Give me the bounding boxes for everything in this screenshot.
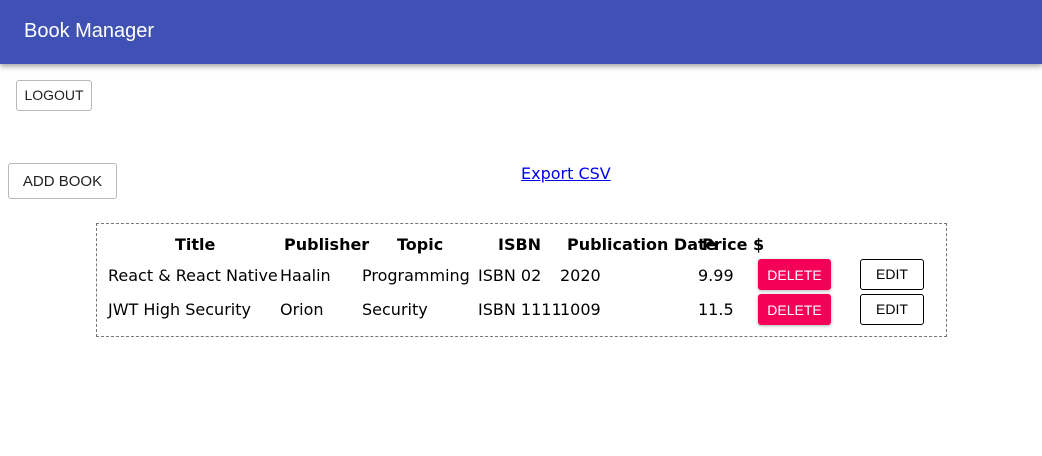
cell-publisher: Orion xyxy=(280,300,324,319)
column-header-price: Price $ xyxy=(702,235,765,254)
column-header-isbn: ISBN xyxy=(498,235,542,254)
column-header-publisher: Publisher xyxy=(284,235,370,254)
export-csv-link[interactable]: Export CSV xyxy=(521,163,611,185)
app-title: Book Manager xyxy=(24,20,155,42)
edit-button[interactable]: EDIT xyxy=(860,259,924,290)
cell-price: 11.5 xyxy=(698,300,734,319)
column-header-topic: Topic xyxy=(397,235,444,254)
cell-publisher: Haalin xyxy=(280,266,331,285)
cell-publication-date: 2020 xyxy=(560,266,601,285)
cell-topic: Security xyxy=(362,300,428,319)
cell-title: React & React Native xyxy=(108,266,278,285)
edit-button[interactable]: EDIT xyxy=(860,294,924,325)
app-bar: Book Manager xyxy=(0,0,1042,64)
cell-title: JWT High Security xyxy=(108,300,251,319)
cell-isbn: ISBN 1111 xyxy=(478,300,562,319)
cell-publication-date: 1009 xyxy=(560,300,601,319)
column-header-publication-date: Publication Date xyxy=(567,235,717,254)
delete-button[interactable]: DELETE xyxy=(758,259,831,290)
cell-isbn: ISBN 02 xyxy=(478,266,542,285)
delete-button[interactable]: DELETE xyxy=(758,294,831,325)
column-header-title: Title xyxy=(175,235,216,254)
add-book-button[interactable]: ADD BOOK xyxy=(8,163,117,199)
cell-topic: Programming xyxy=(362,266,470,285)
cell-price: 9.99 xyxy=(698,266,734,285)
logout-button[interactable]: LOGOUT xyxy=(16,80,92,111)
